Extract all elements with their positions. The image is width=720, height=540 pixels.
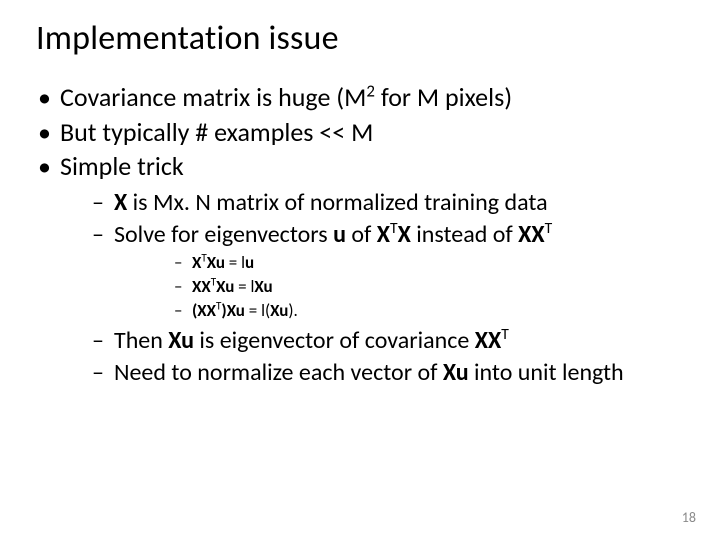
eq1-u: u <box>245 252 254 273</box>
sub-2: Solve for eigenvectors u of XTX instead … <box>60 219 690 323</box>
sub-2-u: u <box>333 220 346 249</box>
eq2-a: XX <box>192 276 211 297</box>
sub-2-b: of <box>346 220 377 249</box>
eq3-c: Xu <box>270 300 288 321</box>
eq2-eq: = l <box>234 276 254 297</box>
sub-1: X is Mx. N matrix of normalized training… <box>60 187 690 218</box>
eq-1: XTXu = lu <box>114 252 690 275</box>
bullet-list: Covariance matrix is huge (M2 for M pixe… <box>30 81 690 388</box>
sub-3-d: XX <box>475 326 501 355</box>
eq-3: (XXT)Xu = l(Xu). <box>114 300 690 323</box>
eq1-b: Xu <box>207 252 225 273</box>
sub-4-a: Need to normalize each vector of <box>114 358 443 387</box>
eq2-b: Xu <box>216 276 234 297</box>
sub-1-x: X <box>114 188 127 217</box>
eq3-d: ). <box>288 300 297 321</box>
sub-2-cT: T <box>390 219 398 238</box>
sub-2-f: XX <box>518 220 544 249</box>
bullet-1-text-b: for M pixels) <box>375 81 512 113</box>
sub-2-e: instead of <box>411 220 518 249</box>
sub-3: Then Xu is eigenvector of covariance XXT <box>60 325 690 356</box>
eq1-eq: = l <box>225 252 245 273</box>
sub-2-d: X <box>398 220 411 249</box>
eq2-c: Xu <box>254 276 272 297</box>
bullet-3: Simple trick X is Mx. N matrix of normal… <box>30 150 690 388</box>
sub-3-b: Xu <box>168 326 194 355</box>
bullet-2: But typically # examples << M <box>30 116 690 149</box>
sub-2-a: Solve for eigenvectors <box>114 220 333 249</box>
bullet-1-sup: 2 <box>366 80 375 101</box>
sub-4-c: into unit length <box>469 358 624 387</box>
sub-2-c: X <box>377 220 390 249</box>
bullet-1: Covariance matrix is huge (M2 for M pixe… <box>30 81 690 114</box>
sub-4-b: Xu <box>443 358 469 387</box>
bullet-1-text-a: Covariance matrix is huge (M <box>60 81 366 113</box>
eq3-a: (XX <box>192 300 216 321</box>
eq3-b: )Xu <box>221 300 245 321</box>
sub-1-rest: is Mx. N matrix of normalized training d… <box>127 188 547 217</box>
slide: Implementation issue Covariance matrix i… <box>0 0 720 540</box>
sub-3-dT: T <box>501 325 509 344</box>
sub-2-fT: T <box>545 219 553 238</box>
sub-3-c: is eigenvector of covariance <box>194 326 475 355</box>
eq-2: XXTXu = lXu <box>114 276 690 299</box>
sublist-1: X is Mx. N matrix of normalized training… <box>60 187 690 389</box>
sub-3-a: Then <box>114 326 168 355</box>
eq3-eq: = l( <box>245 300 270 321</box>
bullet-3-text: Simple trick <box>60 150 184 182</box>
eqlist: XTXu = lu XXTXu = lXu (XXT)Xu = l(Xu). <box>114 252 690 323</box>
sub-4: Need to normalize each vector of Xu into… <box>60 357 690 388</box>
slide-title: Implementation issue <box>36 18 690 59</box>
page-number: 18 <box>682 509 696 526</box>
eq1-a: X <box>192 252 201 273</box>
